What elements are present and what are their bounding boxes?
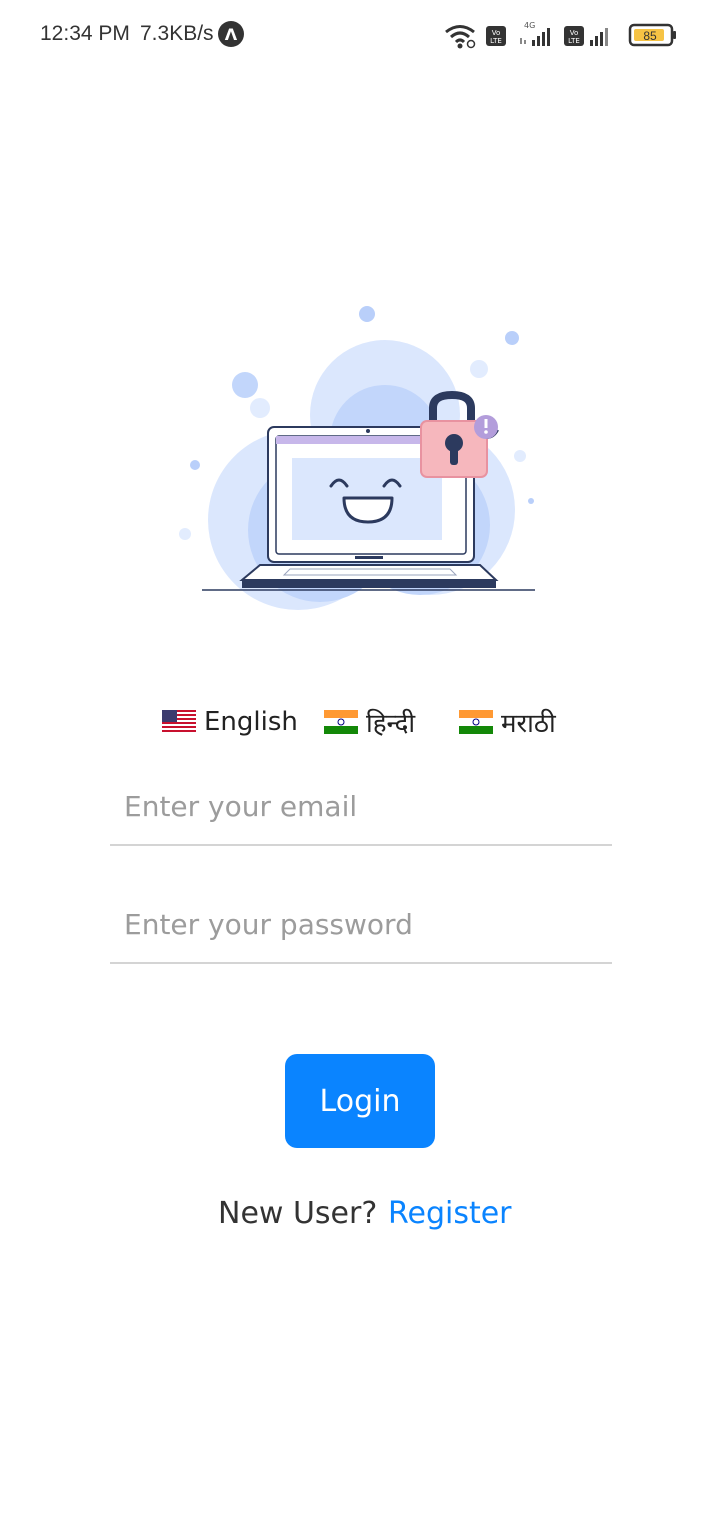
volte-icon: Vo LTE bbox=[486, 26, 506, 46]
app-notification-icon: Λ bbox=[218, 21, 244, 47]
status-network-speed: 7.3KB/s bbox=[140, 22, 214, 45]
status-bar: 12:34 PM 7.3KB/s Λ Vo LTE 4G Vo LTE 85 bbox=[0, 0, 720, 70]
language-label: हिन्दी bbox=[366, 709, 416, 739]
us-flag-icon bbox=[162, 710, 196, 734]
language-option-marathi[interactable]: मराठी bbox=[459, 700, 556, 744]
language-label: मराठी bbox=[501, 709, 556, 739]
svg-text:85: 85 bbox=[643, 29, 657, 43]
signal-icon: 4G bbox=[520, 21, 550, 46]
register-row: New User? Register bbox=[0, 1196, 720, 1240]
language-option-hindi[interactable]: हिन्दी bbox=[324, 700, 415, 744]
svg-text:LTE: LTE bbox=[490, 37, 502, 45]
login-button[interactable]: Login bbox=[285, 1054, 435, 1148]
language-label: English bbox=[204, 707, 298, 737]
register-link[interactable]: Register bbox=[388, 1196, 512, 1231]
svg-text:Vo: Vo bbox=[570, 29, 579, 37]
india-flag-icon bbox=[459, 710, 493, 734]
svg-text:LTE: LTE bbox=[568, 37, 580, 45]
email-field bbox=[110, 770, 612, 846]
password-input[interactable] bbox=[124, 898, 594, 950]
password-field bbox=[110, 888, 612, 964]
status-icons: Vo LTE 4G Vo LTE 85 bbox=[444, 18, 684, 52]
language-option-english[interactable]: English bbox=[162, 700, 298, 744]
laptop-lock-illustration bbox=[170, 290, 550, 610]
india-flag-icon bbox=[324, 710, 358, 734]
volte-icon: Vo LTE bbox=[564, 26, 584, 46]
wifi-icon bbox=[445, 25, 476, 49]
language-selector: English हिन्दी मराठी bbox=[0, 700, 720, 744]
svg-text:Vo: Vo bbox=[492, 29, 501, 37]
status-time: 12:34 PM bbox=[40, 22, 130, 45]
new-user-prompt: New User? bbox=[218, 1196, 378, 1231]
signal-icon bbox=[590, 28, 608, 46]
battery-icon: 85 bbox=[628, 23, 676, 47]
email-input[interactable] bbox=[124, 780, 594, 832]
svg-text:4G: 4G bbox=[524, 21, 535, 30]
